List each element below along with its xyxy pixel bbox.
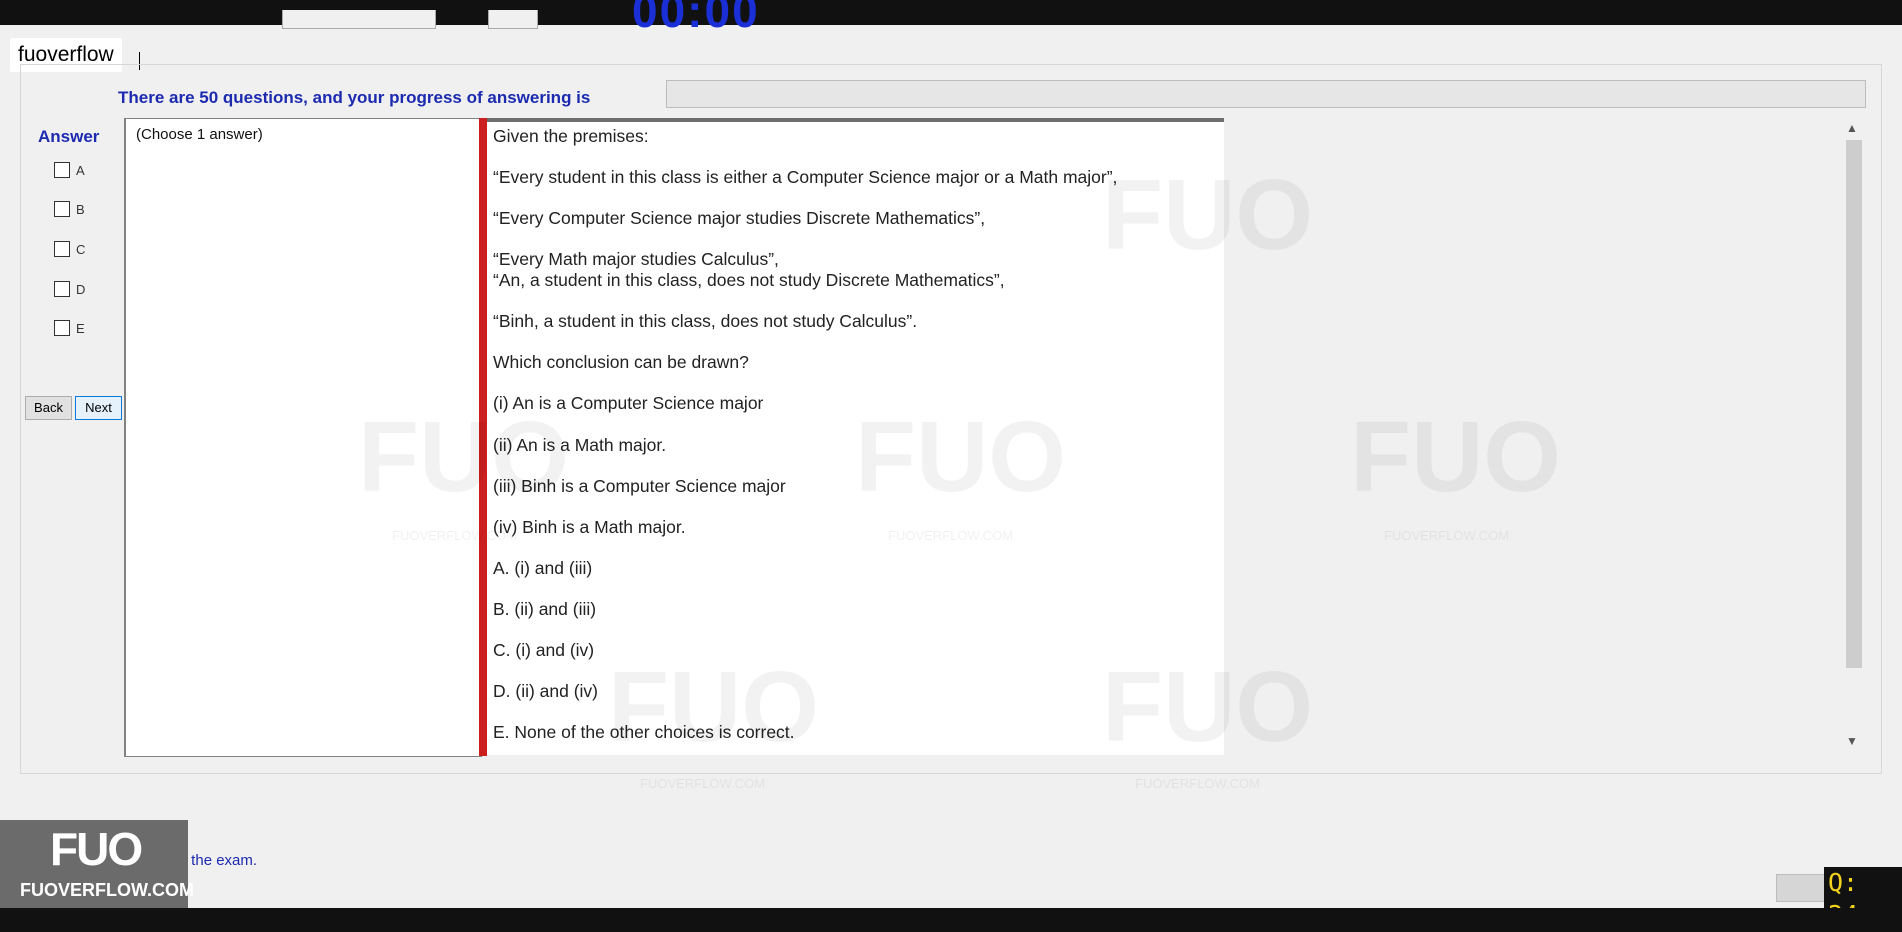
scroll-up-icon[interactable]: ▲ <box>1846 121 1858 135</box>
question-panel: Given the premises: “Every student in th… <box>487 118 1224 755</box>
checkbox-d[interactable] <box>54 281 70 297</box>
answer-hint-panel: (Choose 1 answer) <box>124 118 482 757</box>
logo-mark: FUO <box>50 823 143 875</box>
scrollbar-thumb[interactable] <box>1846 140 1862 668</box>
logo-text: FUOVERFLOW.COM <box>20 880 194 900</box>
question-line: B. (ii) and (iii) <box>493 599 597 619</box>
top-dropdown[interactable] <box>282 10 436 29</box>
next-button[interactable]: Next <box>75 396 122 420</box>
question-line: (ii) An is a Math major. <box>493 435 667 455</box>
watermark-text: FUOVERFLOW.COM <box>1135 776 1260 791</box>
option-b[interactable]: B <box>54 201 85 217</box>
option-d[interactable]: D <box>54 281 85 297</box>
question-line: D. (ii) and (iv) <box>493 681 599 701</box>
question-line: “Every student in this class is either a… <box>493 167 1118 187</box>
divider[interactable] <box>479 118 487 756</box>
back-button[interactable]: Back <box>25 396 72 420</box>
question-line: (iv) Binh is a Math major. <box>493 517 686 537</box>
checkbox-b[interactable] <box>54 201 70 217</box>
question-line: C. (i) and (iv) <box>493 640 595 660</box>
watermark-text: FUOVERFLOW.COM <box>640 776 765 791</box>
question-line: “Binh, a student in this class, does not… <box>493 311 918 331</box>
question-line: “An, a student in this class, does not s… <box>493 270 1005 290</box>
scroll-down-icon[interactable]: ▼ <box>1846 734 1858 748</box>
progress-bar <box>666 80 1866 108</box>
checkbox-e[interactable] <box>54 320 70 336</box>
question-line: Which conclusion can be drawn? <box>493 352 749 372</box>
option-c[interactable]: C <box>54 241 85 257</box>
checkbox-c[interactable] <box>54 241 70 257</box>
timer: 00:00 <box>632 0 760 37</box>
top-field[interactable] <box>488 10 538 29</box>
option-e[interactable]: E <box>54 320 85 336</box>
question-line: Given the premises: <box>493 126 649 146</box>
bottom-bar <box>0 908 1902 932</box>
answer-title: Answer <box>38 127 100 146</box>
question-line: (i) An is a Computer Science major <box>493 393 764 413</box>
question-line: A. (i) and (iii) <box>493 558 593 578</box>
question-line: “Every Computer Science major studies Di… <box>493 208 986 228</box>
checkbox-a[interactable] <box>54 162 70 178</box>
question-line: “Every Math major studies Calculus”, <box>493 249 779 269</box>
question-line: (iii) Binh is a Computer Science major <box>493 476 786 496</box>
question-line: E. None of the other choices is correct. <box>493 722 795 742</box>
option-a[interactable]: A <box>54 162 85 178</box>
progress-label: There are 50 questions, and your progres… <box>118 88 591 107</box>
choose-hint: (Choose 1 answer) <box>136 126 263 143</box>
fuoverflow-logo: FUO FUOVERFLOW.COM <box>0 820 194 908</box>
